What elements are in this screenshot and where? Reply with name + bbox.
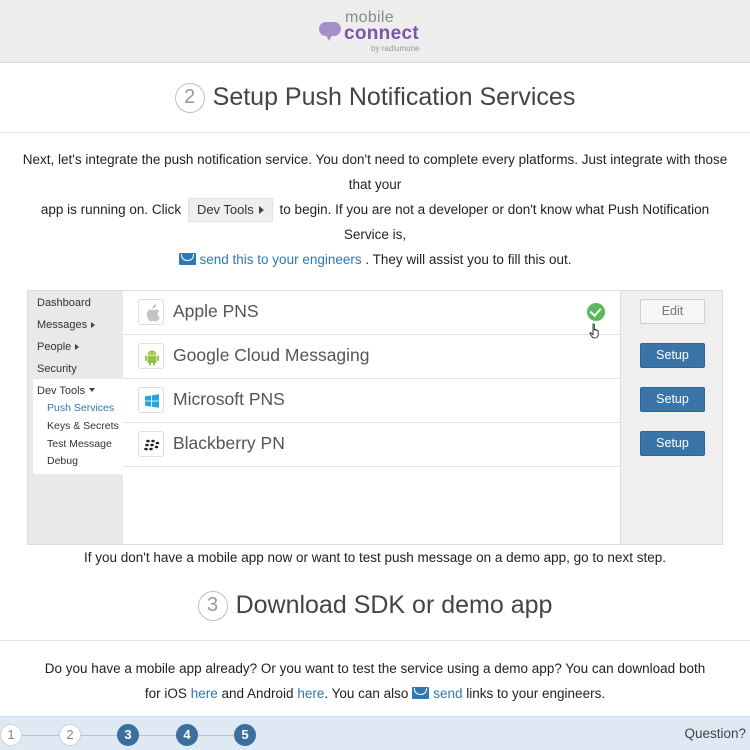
sub-item-keys-secrets[interactable]: Keys & Secrets — [47, 420, 119, 432]
step-2-title: Setup Push Notification Services — [212, 83, 576, 111]
sidebar-item-security[interactable]: Security — [37, 363, 77, 375]
setup-google-button[interactable]: Setup — [640, 343, 705, 368]
blackberry-icon — [138, 431, 164, 457]
apple-icon — [138, 299, 164, 325]
progress-connector — [139, 735, 177, 736]
edit-apple-button[interactable]: Edit — [640, 299, 705, 324]
download-line-2-also: . You can also — [324, 686, 409, 701]
progress-step-1[interactable]: 1 — [0, 724, 22, 746]
next-step-note: If you don't have a mobile app now or wa… — [84, 550, 666, 565]
logo-word-connect: connect — [344, 23, 419, 44]
step-2-heading: 2 Setup Push Notification Services — [0, 83, 750, 113]
actions-column: Edit Setup Setup Setup — [620, 291, 722, 544]
progress-connector — [198, 735, 235, 736]
question-link[interactable]: Question? — [684, 726, 746, 741]
step-3-number: 3 — [197, 591, 228, 621]
android-download-link[interactable]: here — [297, 686, 324, 701]
services-list: Apple PNS Google Cloud Messaging Microso… — [123, 291, 620, 544]
android-icon — [138, 343, 164, 369]
sidebar-item-messages[interactable]: Messages — [37, 319, 95, 331]
download-line-2-mid: and Android — [221, 686, 294, 701]
dev-tools-chip[interactable]: Dev Tools — [187, 198, 273, 222]
sidebar: Dashboard Messages People Security Dev T… — [28, 291, 123, 544]
progress-connector — [81, 735, 118, 736]
mobile-connect-logo[interactable]: mobile connect by radiumone — [319, 9, 439, 56]
sidebar-item-dev-tools[interactable]: Dev Tools — [37, 385, 95, 397]
service-row-apple: Apple PNS — [123, 291, 620, 339]
service-row-microsoft: Microsoft PNS — [123, 379, 620, 423]
download-line-2-suffix: links to your engineers. — [466, 686, 606, 701]
intro-paragraph: Next, let's integrate the push notificat… — [20, 147, 730, 272]
setup-microsoft-button[interactable]: Setup — [640, 387, 705, 412]
progress-step-4[interactable]: 4 — [176, 724, 198, 746]
service-row-blackberry: Blackberry PN — [123, 423, 620, 467]
progress-bar: 1 2 3 4 5 Question? — [0, 716, 750, 750]
divider — [0, 132, 750, 133]
intro-line-2-prefix: app is running on. Click — [40, 202, 182, 217]
intro-line-2-suffix: to begin. If you are not a developer or … — [279, 202, 710, 242]
divider — [0, 640, 750, 641]
service-row-google: Google Cloud Messaging — [123, 335, 620, 379]
send-links-link[interactable]: send — [433, 686, 462, 701]
sub-item-test-message[interactable]: Test Message — [47, 438, 112, 450]
send-suffix: . They will assist you to fill this out. — [365, 252, 572, 267]
check-icon — [587, 303, 605, 321]
ios-download-link[interactable]: here — [191, 686, 218, 701]
intro-line-1: Next, let's integrate the push notificat… — [22, 152, 728, 192]
sub-item-debug[interactable]: Debug — [47, 455, 78, 467]
progress-step-3[interactable]: 3 — [117, 724, 139, 746]
download-line-1: Do you have a mobile app already? Or you… — [44, 661, 706, 676]
logo-by-radiumone: by radiumone — [371, 44, 420, 53]
windows-icon — [138, 387, 164, 413]
app-header: mobile connect by radiumone — [0, 0, 750, 63]
download-paragraph: Do you have a mobile app already? Or you… — [20, 656, 730, 706]
setup-blackberry-button[interactable]: Setup — [640, 431, 705, 456]
download-line-2-prefix: for iOS — [144, 686, 187, 701]
mail-icon — [412, 687, 430, 699]
progress-step-5[interactable]: 5 — [234, 724, 256, 746]
progress-connector — [22, 735, 59, 736]
mail-icon — [178, 253, 196, 265]
step-3-title: Download SDK or demo app — [235, 591, 553, 619]
progress-step-2[interactable]: 2 — [59, 724, 81, 746]
service-name-apple: Apple PNS — [173, 301, 259, 321]
sub-item-push-services[interactable]: Push Services — [47, 402, 114, 414]
service-name-blackberry: Blackberry PN — [173, 433, 285, 453]
chat-bubble-icon — [319, 22, 341, 41]
dev-tools-submenu: Dev Tools Push Services Keys & Secrets T… — [33, 379, 123, 474]
sidebar-item-people[interactable]: People — [37, 341, 79, 353]
sidebar-item-dashboard[interactable]: Dashboard — [37, 297, 91, 309]
send-to-engineers-link[interactable]: send this to your engineers — [200, 252, 362, 267]
service-name-microsoft: Microsoft PNS — [173, 389, 285, 409]
step-3-heading: 3 Download SDK or demo app — [0, 591, 750, 621]
dev-tools-panel: Dashboard Messages People Security Dev T… — [27, 290, 723, 545]
step-2-number: 2 — [174, 83, 205, 113]
service-name-google: Google Cloud Messaging — [173, 345, 370, 365]
